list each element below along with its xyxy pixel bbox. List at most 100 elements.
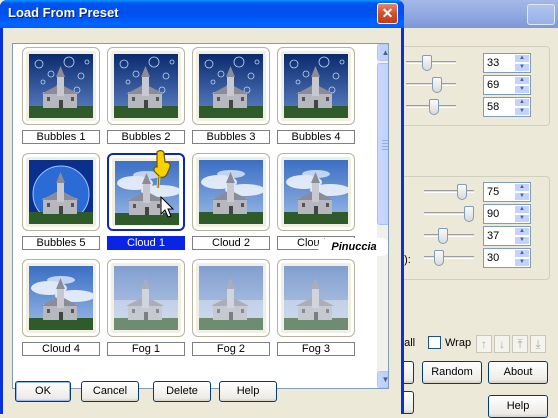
about-button[interactable]: About xyxy=(488,361,548,384)
grip-line xyxy=(382,146,388,147)
spin-down-icon[interactable]: ▼ xyxy=(514,236,530,245)
move-top-button[interactable]: ⤒ xyxy=(512,335,528,353)
delete-button[interactable]: Delete xyxy=(153,381,211,402)
parameter-spinbox[interactable]: 37 ▲ ▼ xyxy=(483,226,531,246)
spin-up-icon[interactable]: ▲ xyxy=(514,98,530,107)
preset-thumbnail[interactable] xyxy=(22,47,100,125)
spin-down-icon[interactable]: ▼ xyxy=(514,214,530,223)
preset-thumbnail[interactable] xyxy=(192,259,270,337)
parameter-slider[interactable] xyxy=(424,182,474,202)
preset-preview-image xyxy=(29,160,93,224)
slider-thumb[interactable] xyxy=(429,99,439,115)
scroll-thumb[interactable] xyxy=(377,63,388,225)
spin-down-icon[interactable]: ▼ xyxy=(514,107,530,116)
parent-help-button[interactable]: Help xyxy=(488,395,548,418)
preset-label[interactable]: Cloud 1 xyxy=(107,236,185,250)
preset-thumbnail[interactable] xyxy=(22,153,100,231)
preset-thumbnail[interactable] xyxy=(277,47,355,125)
preset-preview-image xyxy=(199,266,263,330)
spinbox-value[interactable]: 58 xyxy=(487,101,499,113)
spin-down-icon[interactable]: ▼ xyxy=(514,258,530,267)
parameter-slider[interactable] xyxy=(424,204,474,224)
move-up-button[interactable]: ↑ xyxy=(476,335,492,353)
slider-track xyxy=(424,256,474,259)
slider-thumb[interactable] xyxy=(434,250,444,266)
preset-label[interactable]: Fog 3 xyxy=(277,342,355,356)
spin-up-icon[interactable]: ▲ xyxy=(514,183,530,192)
preset-preview-image xyxy=(114,54,178,118)
scroll-down-button[interactable]: ▼ xyxy=(377,371,388,388)
preset-thumbnail[interactable] xyxy=(277,153,355,231)
close-button[interactable]: ✕ xyxy=(377,3,398,24)
preset-thumbnail[interactable] xyxy=(192,47,270,125)
grip-line xyxy=(382,140,388,141)
preset-thumbnail[interactable] xyxy=(107,153,185,231)
cancel-button[interactable]: Cancel xyxy=(81,381,139,402)
spinbox-value[interactable]: 69 xyxy=(487,79,499,91)
parameter-spinbox[interactable]: 33 ▲ ▼ xyxy=(483,53,531,73)
slider-thumb[interactable] xyxy=(432,77,442,93)
slider-thumb[interactable] xyxy=(456,184,467,200)
parameter-slider[interactable] xyxy=(424,248,474,268)
preset-preview-image xyxy=(284,54,348,118)
wrap-label: Wrap xyxy=(445,337,472,349)
preset-thumbnail[interactable] xyxy=(192,153,270,231)
preset-gallery: Bubbles 1 Bubbles 2 Bubbles 3 Bubbles 4 Bubb… xyxy=(12,43,389,389)
parameter-spinbox[interactable]: 58 ▲ ▼ xyxy=(483,97,531,117)
slider-thumb[interactable] xyxy=(464,206,474,222)
move-down-button[interactable]: ↓ xyxy=(494,335,510,353)
mouse-pointer-icon xyxy=(160,196,174,218)
preset-label[interactable]: Cloud 4 xyxy=(22,342,100,356)
parameter-slider[interactable] xyxy=(424,226,474,246)
close-icon: ✕ xyxy=(381,5,394,21)
preset-thumbnail[interactable] xyxy=(22,259,100,337)
preset-label[interactable]: Bubbles 3 xyxy=(192,130,270,144)
preset-label[interactable]: Bubbles 4 xyxy=(277,130,355,144)
spin-down-icon[interactable]: ▼ xyxy=(514,192,530,201)
preset-label[interactable]: Bubbles 5 xyxy=(22,236,100,250)
move-bottom-button[interactable]: ⤓ xyxy=(530,335,546,353)
help-button[interactable]: Help xyxy=(219,381,277,402)
spin-up-icon[interactable]: ▲ xyxy=(514,76,530,85)
parent-close-button[interactable] xyxy=(527,4,555,25)
spinbox-value[interactable]: 33 xyxy=(487,57,499,69)
spin-down-icon[interactable]: ▼ xyxy=(514,63,530,72)
dialog-body: Bubbles 1 Bubbles 2 Bubbles 3 Bubbles 4 Bubb… xyxy=(3,28,401,414)
ok-button[interactable]: OK xyxy=(15,381,71,402)
spin-up-icon[interactable]: ▲ xyxy=(514,227,530,236)
random-button[interactable]: Random xyxy=(422,361,482,384)
slider-thumb[interactable] xyxy=(422,55,432,71)
slider-thumb[interactable] xyxy=(437,228,448,244)
parameter-slider[interactable] xyxy=(406,53,456,73)
parameter-spinbox[interactable]: 30 ▲ ▼ xyxy=(483,248,531,268)
scroll-up-button[interactable]: ▲ xyxy=(377,44,388,61)
preset-label[interactable]: Fog 2 xyxy=(192,342,270,356)
gallery-scrollbar[interactable]: ▲ ▼ xyxy=(377,44,388,388)
parameter-slider[interactable] xyxy=(406,97,456,117)
preset-label[interactable]: Cloud 2 xyxy=(192,236,270,250)
preset-label[interactable]: Bubbles 2 xyxy=(107,130,185,144)
preset-thumbnail[interactable] xyxy=(107,259,185,337)
parameter-spinbox[interactable]: 75 ▲ ▼ xyxy=(483,182,531,202)
parameter-spinbox[interactable]: 90 ▲ ▼ xyxy=(483,204,531,224)
preset-preview-image xyxy=(114,266,178,330)
preset-thumbnail[interactable] xyxy=(107,47,185,125)
spin-down-icon[interactable]: ▼ xyxy=(514,85,530,94)
parameter-slider[interactable] xyxy=(406,75,456,95)
pointing-hand-cursor-icon xyxy=(153,150,171,189)
spin-up-icon[interactable]: ▲ xyxy=(514,205,530,214)
slider-track xyxy=(406,83,456,86)
spin-up-icon[interactable]: ▲ xyxy=(514,54,530,63)
preset-thumbnail[interactable] xyxy=(277,259,355,337)
load-from-preset-dialog: Load From Preset ✕ Bubbles 1 Bubbles 2 Bub… xyxy=(0,0,404,414)
spinbox-value[interactable]: 37 xyxy=(487,230,499,242)
preset-label[interactable]: Bubbles 1 xyxy=(22,130,100,144)
spinbox-value[interactable]: 90 xyxy=(487,208,499,220)
spinbox-value[interactable]: 75 xyxy=(487,186,499,198)
spin-up-icon[interactable]: ▲ xyxy=(514,249,530,258)
parameter-spinbox[interactable]: 69 ▲ ▼ xyxy=(483,75,531,95)
slider-track xyxy=(424,234,474,237)
spinbox-value[interactable]: 30 xyxy=(487,252,499,264)
preset-label[interactable]: Fog 1 xyxy=(107,342,185,356)
wrap-checkbox[interactable] xyxy=(428,336,441,349)
